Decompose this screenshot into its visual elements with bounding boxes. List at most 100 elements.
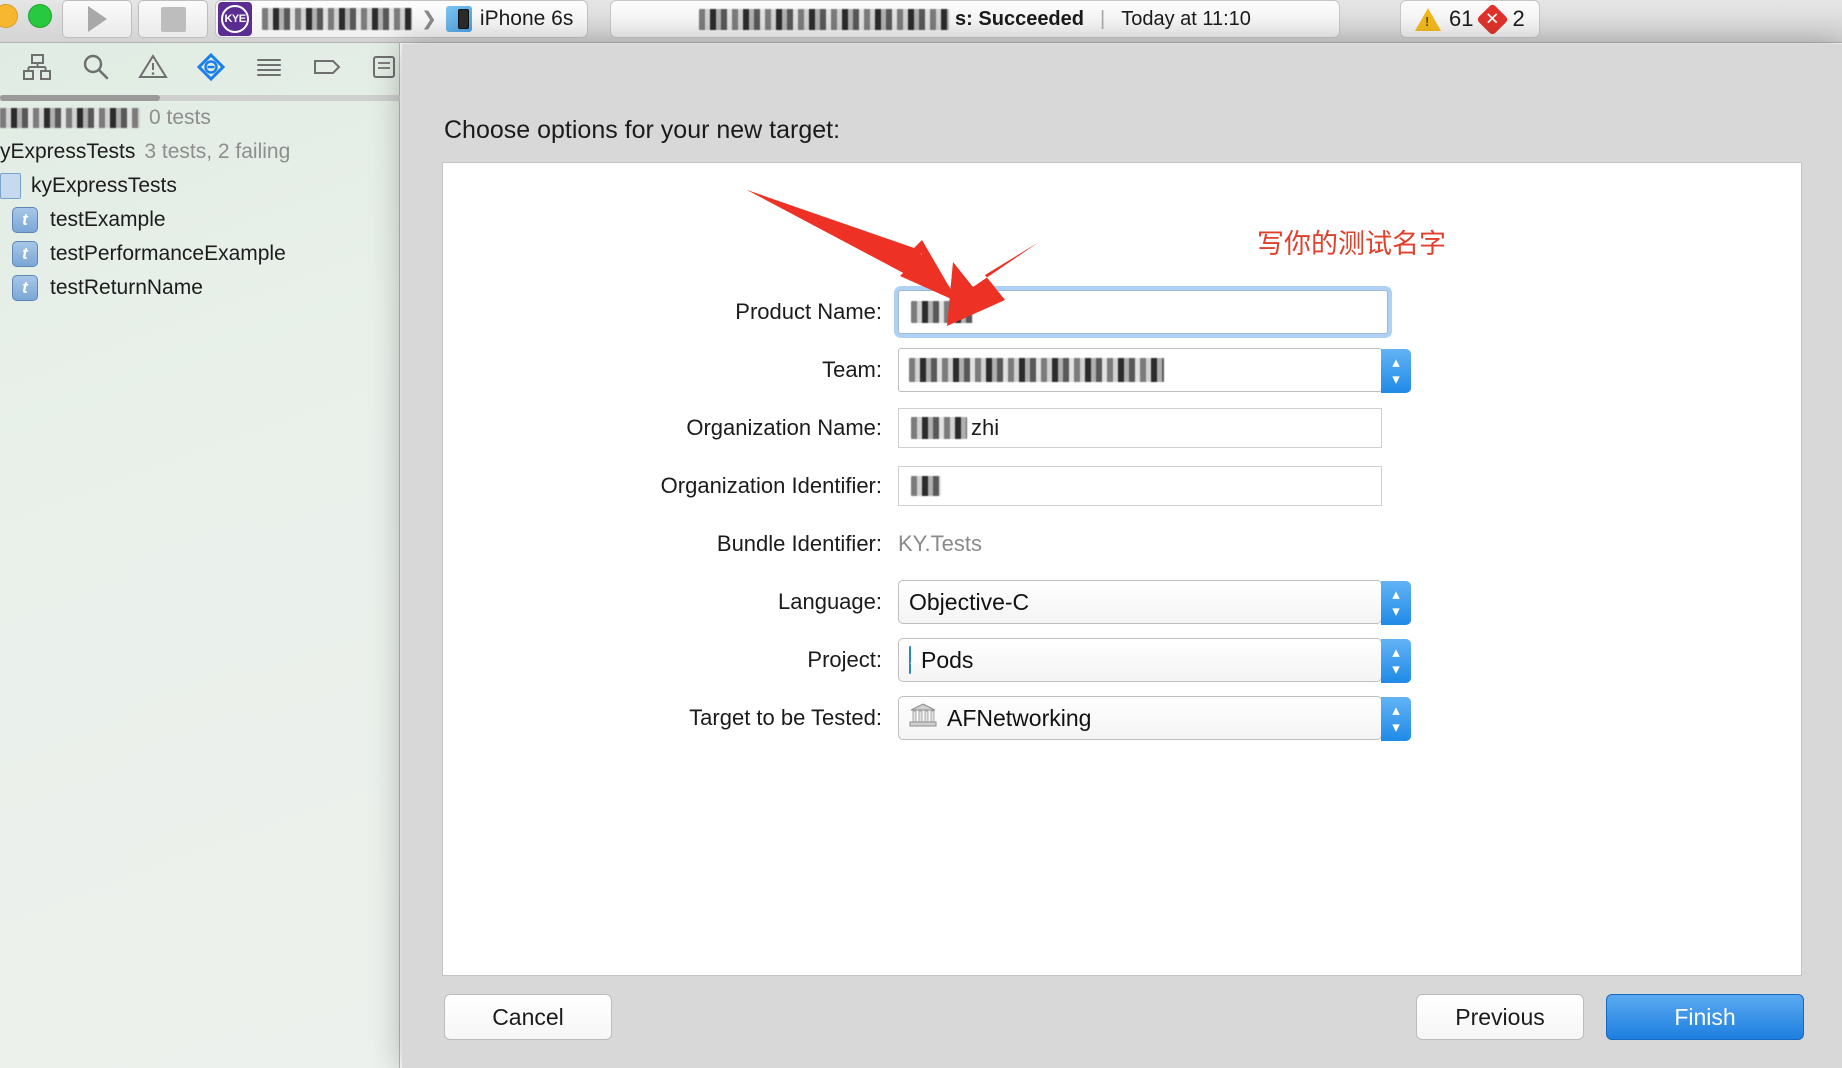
target-to-be-tested-stepper[interactable]: ▴ ▾ [1381, 697, 1411, 741]
chevron-down-icon: ▾ [1392, 371, 1400, 388]
nav-row-testreturnname[interactable]: t testReturnName [0, 271, 400, 305]
chevron-up-icon: ▴ [1392, 644, 1400, 661]
chevron-up-icon: ▴ [1392, 354, 1400, 371]
chevron-up-icon: ▴ [1392, 586, 1400, 603]
organization-name-input[interactable]: zhi [898, 408, 1382, 448]
nav-row-label-4: testPerformanceExample [50, 242, 286, 265]
cancel-button[interactable]: Cancel [444, 994, 612, 1040]
chevron-down-icon: ▾ [1392, 603, 1400, 620]
label-product-name: Product Name: [735, 299, 882, 324]
navigator-pane: 0 tests yExpressTests 3 tests, 2 failing… [0, 43, 400, 1068]
xcode-window: KYE ❯ iPhone 6s s: Succeeded | Today at … [0, 0, 1842, 1068]
field-row-language: Language: Objective-C ▴ ▾ [443, 573, 1803, 631]
nav-row-count-0: 0 tests [149, 106, 211, 129]
control-bundle-identifier: KY.Tests [898, 522, 982, 566]
label-target-to-be-tested: Target to be Tested: [689, 705, 882, 730]
target-to-be-tested-value: AFNetworking [947, 704, 1092, 731]
warning-count: 61 [1449, 6, 1474, 31]
target-to-be-tested-select[interactable]: AFNetworking ▴ ▾ [898, 696, 1411, 741]
target-options-form: Product Name: Team: ▴ ▾ Organization Nam… [443, 283, 1803, 747]
project-navigator-icon[interactable] [22, 52, 52, 82]
label-bundle-identifier: Bundle Identifier: [716, 531, 882, 556]
field-row-bundle-identifier: Bundle Identifier: KY.Tests [443, 515, 1803, 573]
run-button[interactable] [62, 0, 132, 38]
previous-button[interactable]: Previous [1416, 994, 1584, 1040]
nav-row-kyexpresstests-group[interactable]: yExpressTests 3 tests, 2 failing [0, 135, 400, 169]
label-organization-identifier: Organization Identifier: [660, 473, 882, 498]
control-organization-name: zhi [898, 408, 1382, 448]
nav-row-label-3: testExample [50, 208, 166, 231]
annotation-text: 写你的测试名字 [1257, 229, 1446, 260]
language-stepper[interactable]: ▴ ▾ [1381, 581, 1411, 625]
scheme-selector[interactable]: KYE ❯ iPhone 6s [215, 0, 589, 38]
traffic-lights [0, 4, 52, 28]
status-timestamp: Today at 11:10 [1121, 7, 1251, 30]
control-organization-identifier [898, 466, 1382, 506]
nav-row-testperformanceexample[interactable]: t testPerformanceExample [0, 237, 400, 271]
label-team: Team: [822, 357, 882, 382]
status-text: s: Succeeded [955, 7, 1084, 30]
project-value: Pods [921, 646, 974, 673]
label-language: Language: [778, 589, 882, 614]
play-icon [87, 6, 107, 32]
nav-row-project-redacted[interactable]: 0 tests [0, 101, 400, 135]
report-navigator-icon[interactable] [370, 52, 400, 82]
framework-icon [909, 702, 937, 734]
label-organization-name: Organization Name: [686, 415, 882, 440]
nav-row-count-1: 3 tests, 2 failing [144, 140, 291, 163]
error-count: 2 [1512, 6, 1525, 31]
debug-navigator-icon[interactable] [254, 52, 284, 82]
issue-counters[interactable]: 61 ✕ 2 [1400, 0, 1540, 38]
nav-row-testexample[interactable]: t testExample [0, 203, 400, 237]
window-toolbar: KYE ❯ iPhone 6s s: Succeeded | Today at … [0, 0, 1842, 43]
field-row-team: Team: ▴ ▾ [443, 341, 1803, 399]
issue-navigator-icon[interactable] [138, 52, 168, 82]
nav-row-label-5: testReturnName [50, 276, 203, 299]
breakpoint-navigator-icon[interactable] [312, 52, 342, 82]
scheme-badge-icon: KYE [218, 2, 252, 36]
xcode-project-icon [909, 645, 911, 674]
field-row-product-name: Product Name: [443, 283, 1803, 341]
product-name-value-redacted [911, 301, 973, 323]
sheet-title: Choose options for your new target: [444, 116, 841, 144]
warning-triangle-icon [1415, 7, 1441, 31]
navigator-toolbar [0, 43, 400, 90]
test-navigator-icon[interactable] [196, 52, 226, 82]
minimize-button[interactable] [0, 4, 18, 28]
organization-identifier-input[interactable] [898, 466, 1382, 506]
test-method-icon: t [12, 275, 38, 301]
finish-button[interactable]: Finish [1606, 994, 1804, 1040]
team-select[interactable]: ▴ ▾ [898, 348, 1411, 393]
team-value-redacted [909, 358, 1164, 382]
device-label: iPhone 6s [479, 7, 574, 30]
activity-status-bar: s: Succeeded | Today at 11:10 [610, 0, 1340, 38]
organization-identifier-redacted [911, 476, 941, 496]
nav-row-label-2: kyExpressTests [31, 174, 177, 197]
scheme-badge-label: KYE [224, 13, 246, 25]
language-select[interactable]: Objective-C ▴ ▾ [898, 580, 1411, 625]
chevron-right-icon: ❯ [421, 8, 437, 30]
product-name-input[interactable] [898, 290, 1388, 334]
stop-button[interactable] [138, 0, 208, 38]
nav-row-redacted-label [0, 108, 140, 128]
team-stepper[interactable]: ▴ ▾ [1381, 349, 1411, 393]
search-navigator-icon[interactable] [80, 52, 110, 82]
source-file-icon [0, 173, 21, 199]
chevron-down-icon: ▾ [1392, 661, 1400, 678]
field-row-organization-identifier: Organization Identifier: [443, 457, 1803, 515]
xcode-window-root: KYE ❯ iPhone 6s s: Succeeded | Today at … [0, 0, 1842, 1068]
status-divider: | [1100, 7, 1106, 30]
zoom-button[interactable] [28, 4, 52, 28]
sheet-body: Product Name: Team: ▴ ▾ Organization Nam… [442, 162, 1802, 976]
chevron-up-icon: ▴ [1392, 702, 1400, 719]
field-row-project: Project: Pods ▴ ▾ [443, 631, 1803, 689]
iphone-icon [445, 6, 472, 32]
control-team: ▴ ▾ [898, 348, 1411, 393]
label-project: Project: [807, 647, 882, 672]
nav-row-kyexpresstests-class[interactable]: kyExpressTests [0, 169, 400, 203]
scheme-name-redacted [262, 8, 412, 30]
project-stepper[interactable]: ▴ ▾ [1381, 639, 1411, 683]
test-method-icon: t [12, 241, 38, 267]
chevron-down-icon: ▾ [1392, 719, 1400, 736]
project-select[interactable]: Pods ▴ ▾ [898, 638, 1411, 683]
